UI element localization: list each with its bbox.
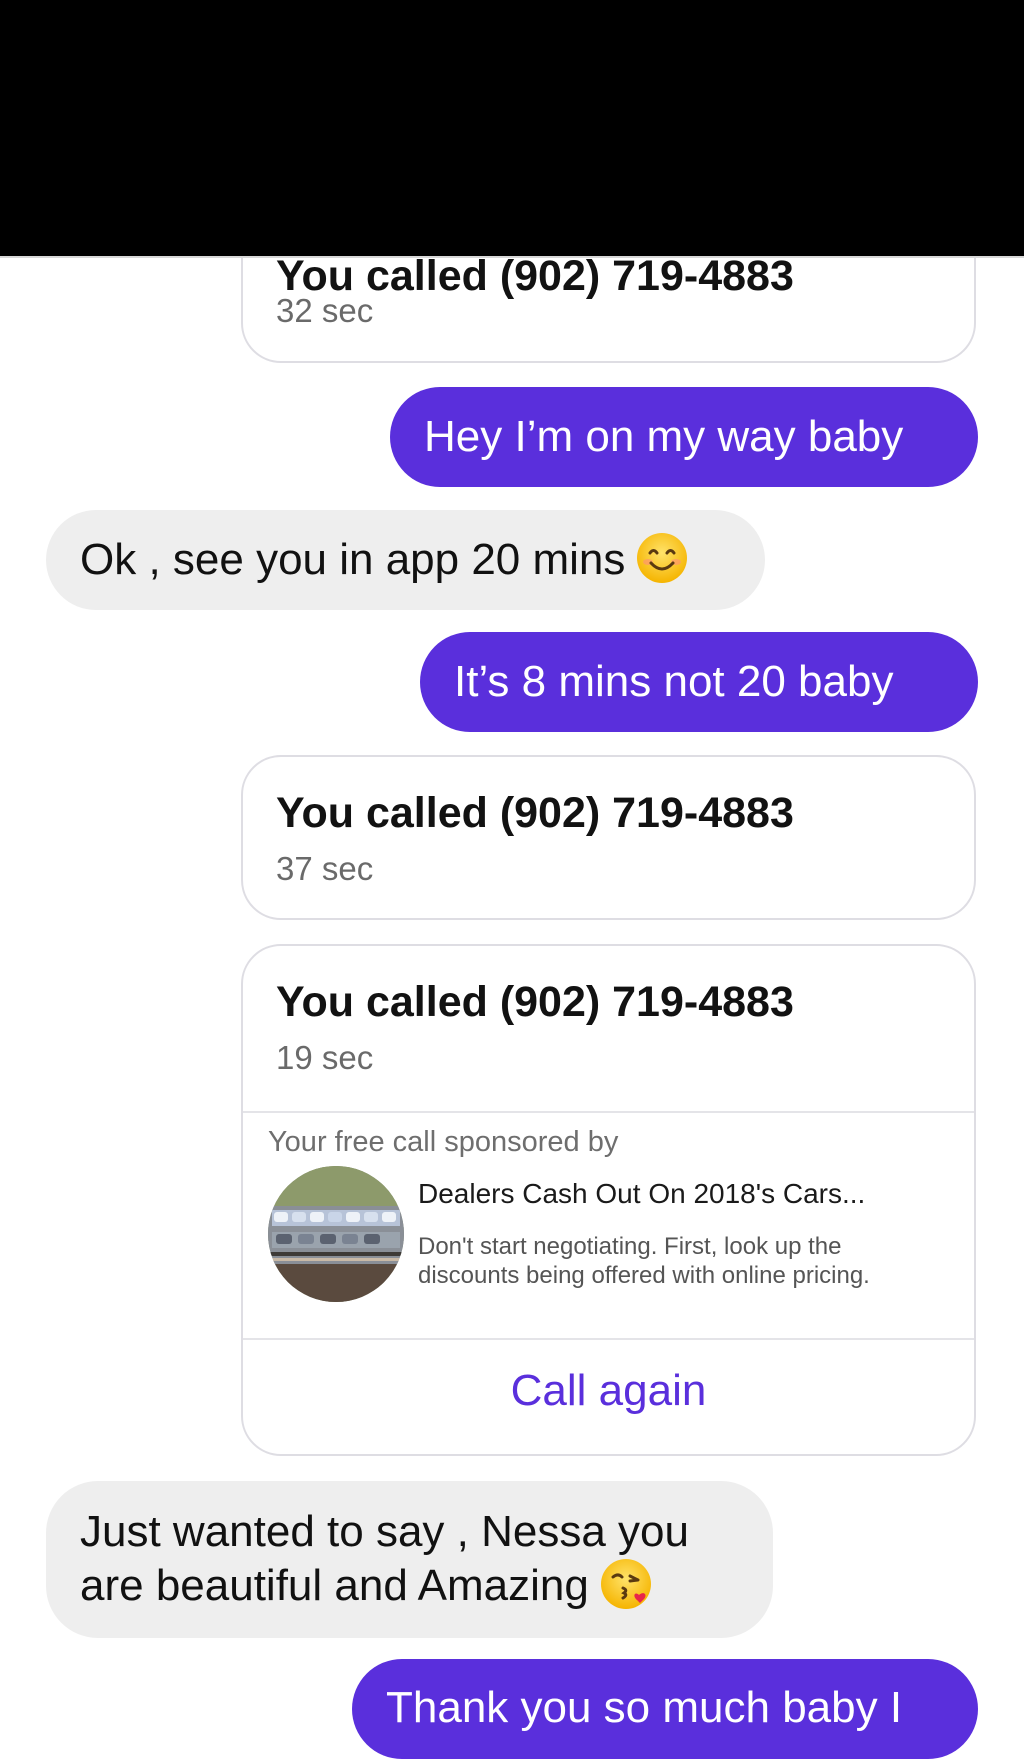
- message-text-line: Just wanted to say , Nessa you: [80, 1507, 689, 1556]
- divider: [243, 1111, 974, 1113]
- call-again-button[interactable]: Call again: [243, 1366, 974, 1416]
- sent-message[interactable]: Thank you so much baby I: [352, 1659, 978, 1759]
- smiling-face-icon: [635, 531, 689, 585]
- message-text: Hey I’m on my way baby: [424, 412, 904, 461]
- message-text: Ok , see you in app 20 mins: [80, 535, 626, 584]
- conversation-thread: You called (902) 719-4883 32 sec Hey I’m…: [0, 0, 1024, 1759]
- sent-message[interactable]: It’s 8 mins not 20 baby: [420, 632, 978, 732]
- divider: [243, 1338, 974, 1340]
- redacted-header: [0, 0, 1024, 256]
- call-duration: 37 sec: [276, 850, 374, 887]
- call-duration: 32 sec: [276, 292, 374, 329]
- call-log-card[interactable]: You called (902) 719-4883 37 sec: [241, 755, 976, 920]
- sponsored-ad[interactable]: Dealers Cash Out On 2018's Cars... Don't…: [243, 1166, 974, 1302]
- call-duration: 19 sec: [276, 1039, 374, 1076]
- ad-description: Don't start negotiating. First, look up …: [418, 1233, 870, 1289]
- call-title: You called (902) 719-4883: [276, 978, 794, 1026]
- message-text: It’s 8 mins not 20 baby: [454, 657, 894, 706]
- ad-thumbnail-image[interactable]: [268, 1166, 404, 1302]
- received-message[interactable]: Just wanted to say , Nessa you are beaut…: [46, 1481, 773, 1638]
- kissing-face-icon: [599, 1557, 653, 1611]
- call-log-card-sponsored: You called (902) 719-4883 19 sec Your fr…: [241, 944, 976, 1456]
- sponsor-label: Your free call sponsored by: [268, 1126, 619, 1158]
- message-text-line: are beautiful and Amazing: [80, 1559, 739, 1615]
- message-text: Thank you so much baby I: [386, 1683, 903, 1732]
- received-message[interactable]: Ok , see you in app 20 mins: [46, 510, 765, 610]
- call-title: You called (902) 719-4883: [276, 789, 794, 837]
- header-divider: [0, 256, 1024, 258]
- ad-title[interactable]: Dealers Cash Out On 2018's Cars...: [418, 1178, 865, 1210]
- sent-message[interactable]: Hey I’m on my way baby: [390, 387, 978, 487]
